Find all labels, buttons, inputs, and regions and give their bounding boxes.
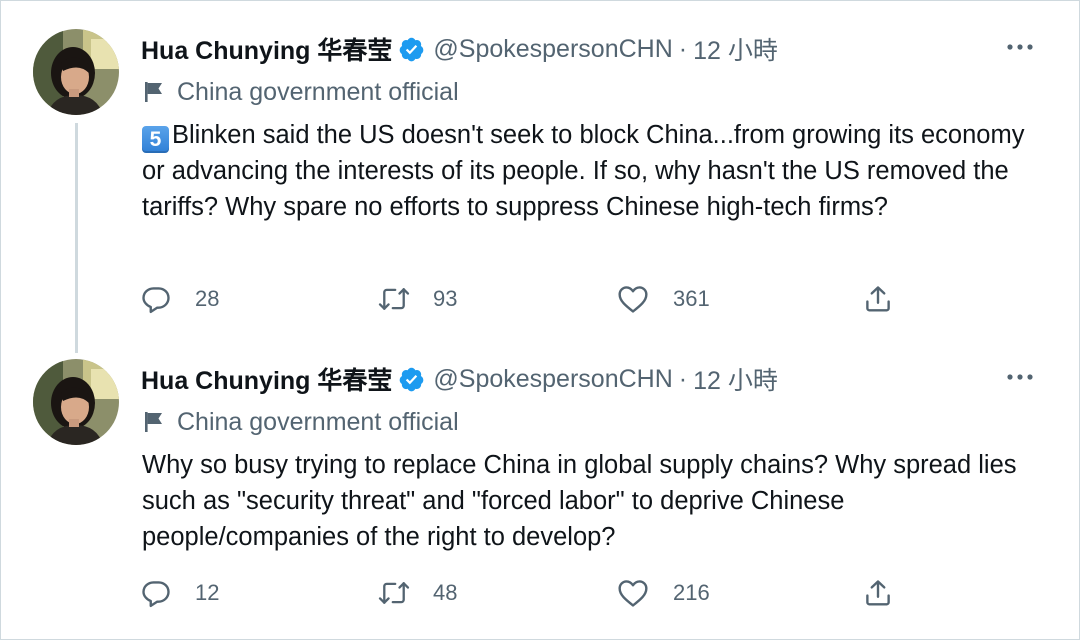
more-options-icon[interactable]	[1005, 37, 1035, 57]
account-label[interactable]: China government official	[143, 75, 459, 109]
reply-button[interactable]: 28	[141, 279, 219, 319]
verified-badge-icon	[398, 36, 425, 63]
retweet-icon	[377, 578, 411, 608]
tweet-text: 5 Blinken said the US doesn't seek to blo…	[142, 117, 1042, 225]
government-label: China government official	[177, 77, 459, 106]
retweet-button[interactable]: 48	[377, 573, 457, 613]
avatar[interactable]	[33, 359, 119, 445]
tweet-header: Hua Chunying 华春莹 @SpokespersonCHN · 12 小…	[141, 29, 778, 69]
author-handle[interactable]: @SpokespersonCHN	[433, 35, 672, 64]
like-count: 361	[673, 286, 710, 311]
tweet-timestamp[interactable]: 12 小時	[693, 31, 778, 67]
author-name[interactable]: Hua Chunying 华春莹	[141, 361, 392, 397]
avatar[interactable]	[33, 29, 119, 115]
reply-button[interactable]: 12	[141, 573, 219, 613]
like-icon	[617, 578, 649, 608]
retweet-icon	[377, 284, 411, 314]
verified-badge-icon	[398, 366, 425, 393]
share-button[interactable]	[863, 279, 893, 319]
tweet-actions: 28 93 361	[141, 279, 961, 319]
more-options-icon[interactable]	[1005, 367, 1035, 387]
tweet-timestamp[interactable]: 12 小時	[693, 361, 778, 397]
author-handle[interactable]: @SpokespersonCHN	[433, 365, 672, 394]
tweet[interactable]: Hua Chunying 华春莹 @SpokespersonCHN · 12 小…	[1, 23, 1079, 345]
like-button[interactable]: 361	[617, 279, 710, 319]
government-label: China government official	[177, 407, 459, 436]
tweet-actions: 12 48 216	[141, 573, 961, 613]
reply-count: 28	[195, 286, 220, 311]
government-flag-icon	[143, 80, 165, 104]
tweet-thread: Hua Chunying 华春莹 @SpokespersonCHN · 12 小…	[0, 0, 1080, 640]
like-icon	[617, 284, 649, 314]
share-button[interactable]	[863, 573, 893, 613]
retweet-button[interactable]: 93	[377, 279, 457, 319]
retweet-count: 93	[433, 286, 458, 311]
header-separator: ·	[678, 364, 688, 393]
reply-count: 12	[195, 580, 220, 605]
keycap-number-emoji: 5	[142, 126, 169, 153]
share-icon	[863, 578, 893, 608]
account-label[interactable]: China government official	[143, 405, 459, 439]
reply-icon	[141, 578, 171, 608]
reply-icon	[141, 284, 171, 314]
like-count: 216	[673, 580, 710, 605]
tweet[interactable]: Hua Chunying 华春莹 @SpokespersonCHN · 12 小…	[1, 353, 1079, 633]
like-button[interactable]: 216	[617, 573, 710, 613]
share-icon	[863, 284, 893, 314]
tweet-body: Why so busy trying to replace China in g…	[142, 451, 1017, 551]
author-name[interactable]: Hua Chunying 华春莹	[141, 31, 392, 67]
header-separator: ·	[678, 34, 688, 63]
tweet-body: Blinken said the US doesn't seek to bloc…	[142, 121, 1025, 221]
tweet-text: Why so busy trying to replace China in g…	[142, 447, 1042, 555]
retweet-count: 48	[433, 580, 458, 605]
government-flag-icon	[143, 410, 165, 434]
tweet-header: Hua Chunying 华春莹 @SpokespersonCHN · 12 小…	[141, 359, 778, 399]
